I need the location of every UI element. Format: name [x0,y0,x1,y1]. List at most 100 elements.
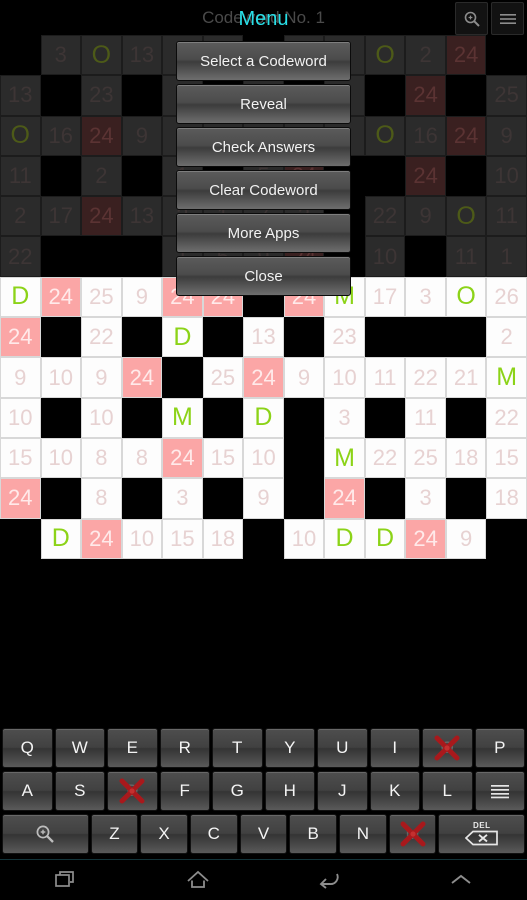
grid-cell[interactable]: 22 [364,437,406,479]
menu-item-close[interactable]: Close [176,256,351,296]
grid-cell[interactable]: 9 [445,518,487,559]
grid-cell[interactable]: M [324,437,365,479]
grid-cell[interactable]: 25 [81,276,122,318]
grid-cell[interactable]: O [364,115,406,156]
grid-cell[interactable]: 16 [405,115,446,156]
key-y[interactable]: Y [264,728,315,768]
grid-cell[interactable]: 8 [81,437,122,479]
grid-cell[interactable]: 9 [486,115,527,156]
grid-cell[interactable]: 10 [121,518,163,559]
key-n[interactable]: N [339,814,387,854]
key-f[interactable]: F [159,771,210,811]
grid-cell[interactable]: 11 [405,397,446,438]
grid-cell[interactable]: 2 [0,196,41,237]
grid-cell[interactable]: 3 [40,35,82,76]
grid-cell[interactable]: 13 [121,35,163,76]
key-h[interactable]: H [264,771,315,811]
key-g[interactable]: G [212,771,263,811]
search-button[interactable] [455,2,488,35]
grid-cell[interactable]: 10 [0,397,41,438]
grid-cell[interactable]: 24 [81,518,122,559]
menu-button[interactable] [491,2,524,35]
grid-cell[interactable]: 24 [445,115,487,156]
grid-cell[interactable]: 10 [324,357,365,398]
grid-cell[interactable]: 24 [81,196,122,237]
key-l[interactable]: L [422,771,473,811]
key-t[interactable]: T [212,728,263,768]
grid-cell[interactable]: 10 [486,155,527,197]
grid-cell[interactable]: 17 [40,196,82,237]
grid-cell[interactable]: D [40,518,82,559]
menu-item-reveal[interactable]: Reveal [176,84,351,124]
key-w[interactable]: W [54,728,105,768]
grid-cell[interactable]: 18 [202,518,244,559]
grid-cell[interactable]: 15 [0,437,41,479]
grid-cell[interactable]: 24 [162,437,203,479]
grid-cell[interactable]: 9 [0,357,41,398]
grid-cell[interactable]: D [162,317,203,358]
grid-cell[interactable]: 10 [81,397,122,438]
grid-cell[interactable]: 24 [81,115,122,156]
grid-cell[interactable]: 17 [364,276,406,318]
grid-cell[interactable]: 9 [283,357,325,398]
grid-cell[interactable]: D [324,518,365,559]
grid-cell[interactable]: 9 [243,478,284,519]
grid-cell[interactable]: 25 [202,357,244,398]
grid-cell[interactable]: D [364,518,406,559]
grid-cell[interactable]: M [486,357,527,398]
grid-cell[interactable]: 22 [405,357,446,398]
home-button[interactable] [132,869,264,891]
key-z[interactable]: Z [90,814,139,854]
chevron-up-button[interactable] [395,872,527,888]
grid-cell[interactable]: 16 [40,115,82,156]
recents-button[interactable] [0,869,132,891]
grid-cell[interactable]: D [0,276,41,318]
grid-cell[interactable]: 25 [486,75,527,116]
key-i[interactable]: I [369,728,420,768]
grid-cell[interactable]: 26 [486,276,527,318]
grid-cell[interactable]: 8 [121,437,163,479]
key-r[interactable]: R [159,728,210,768]
grid-cell[interactable]: 9 [121,115,163,156]
grid-cell[interactable]: 10 [243,437,284,479]
key-e[interactable]: E [107,728,158,768]
key-b[interactable]: B [289,814,338,854]
zoom-in-key[interactable] [2,814,89,854]
grid-cell[interactable]: 15 [202,437,244,479]
back-button[interactable] [264,869,396,891]
key-d[interactable]: D [107,771,158,811]
grid-cell[interactable]: 2 [486,317,527,358]
grid-cell[interactable]: 24 [405,155,446,197]
grid-cell[interactable]: 22 [486,397,527,438]
grid-cell[interactable]: 25 [405,437,446,479]
key-k[interactable]: K [369,771,420,811]
key-c[interactable]: C [189,814,238,854]
menu-item-select-a-codeword[interactable]: Select a Codeword [176,41,351,81]
grid-cell[interactable]: 13 [121,196,163,237]
grid-cell[interactable]: 24 [0,317,41,358]
grid-cell[interactable]: 24 [405,75,446,116]
grid-cell[interactable]: 10 [40,357,82,398]
grid-cell[interactable]: O [81,35,122,76]
grid-cell[interactable]: O [445,196,487,237]
menu-item-clear-codeword[interactable]: Clear Codeword [176,170,351,210]
grid-cell[interactable]: 9 [405,196,446,237]
grid-cell[interactable]: 3 [324,397,365,438]
grid-cell[interactable]: 21 [445,357,487,398]
grid-cell[interactable]: 24 [324,478,365,519]
grid-cell[interactable]: 24 [243,357,284,398]
key-s[interactable]: S [54,771,105,811]
grid-cell[interactable]: 23 [324,317,365,358]
grid-cell[interactable]: 13 [243,317,284,358]
grid-cell[interactable]: O [445,276,487,318]
list-lines-key[interactable] [474,771,525,811]
backspace-key[interactable]: DEL [438,814,526,854]
grid-cell[interactable]: 11 [0,155,41,197]
grid-cell[interactable]: 22 [81,317,122,358]
grid-cell[interactable]: 15 [486,437,527,479]
menu-item-check-answers[interactable]: Check Answers [176,127,351,167]
key-p[interactable]: P [474,728,525,768]
grid-cell[interactable]: 11 [486,196,527,237]
grid-cell[interactable]: 10 [40,437,82,479]
grid-cell[interactable]: 24 [0,478,41,519]
